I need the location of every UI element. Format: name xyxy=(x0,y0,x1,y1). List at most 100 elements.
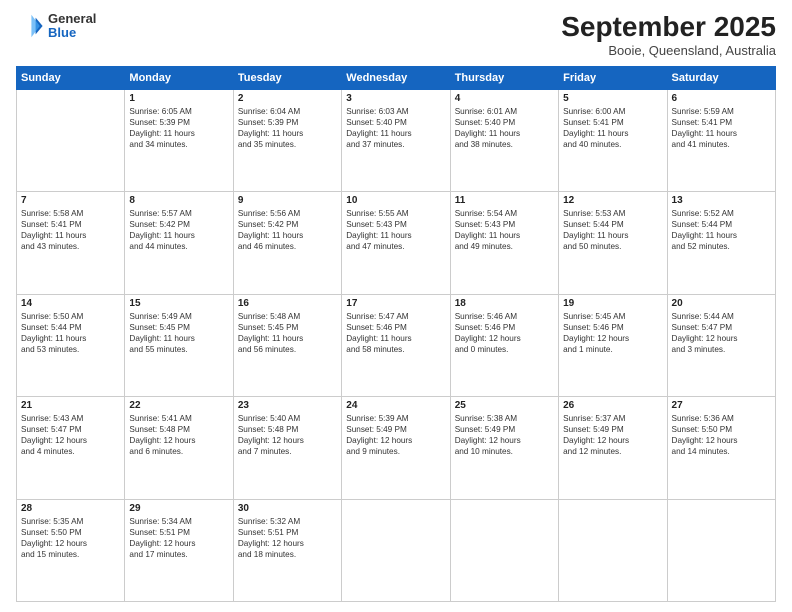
location: Booie, Queensland, Australia xyxy=(561,43,776,58)
week-row-5: 28 Sunrise: 5:35 AM Sunset: 5:50 PM Dayli… xyxy=(17,499,776,601)
logo-general: General xyxy=(48,12,96,26)
cell-info: Sunrise: 5:59 AM Sunset: 5:41 PM Dayligh… xyxy=(672,106,771,150)
title-section: September 2025 Booie, Queensland, Austra… xyxy=(561,12,776,58)
cell-info: Sunrise: 5:54 AM Sunset: 5:43 PM Dayligh… xyxy=(455,208,554,252)
cell-info: Sunrise: 6:01 AM Sunset: 5:40 PM Dayligh… xyxy=(455,106,554,150)
logo-icon xyxy=(16,12,44,40)
calendar-cell: 30Sunrise: 5:32 AM Sunset: 5:51 PM Dayli… xyxy=(233,499,341,601)
cell-info: Sunrise: 5:50 AM Sunset: 5:44 PM Dayligh… xyxy=(21,311,120,355)
day-number: 30 xyxy=(238,503,337,514)
cell-info: Sunrise: 5:56 AM Sunset: 5:42 PM Dayligh… xyxy=(238,208,337,252)
day-number: 15 xyxy=(129,298,228,309)
day-number: 23 xyxy=(238,400,337,411)
cell-info: Sunrise: 5:45 AM Sunset: 5:46 PM Dayligh… xyxy=(563,311,662,355)
calendar-cell: 17Sunrise: 5:47 AM Sunset: 5:46 PM Dayli… xyxy=(342,294,450,396)
cell-info: Sunrise: 5:58 AM Sunset: 5:41 PM Dayligh… xyxy=(21,208,120,252)
cell-info: Sunrise: 5:36 AM Sunset: 5:50 PM Dayligh… xyxy=(672,413,771,457)
calendar-cell: 6 Sunrise: 5:59 AM Sunset: 5:41 PM Daylig… xyxy=(667,89,775,191)
cell-info: Sunrise: 6:00 AM Sunset: 5:41 PM Dayligh… xyxy=(563,106,662,150)
logo-blue: Blue xyxy=(48,26,96,40)
calendar-cell: 27 Sunrise: 5:36 AM Sunset: 5:50 PM Dayli… xyxy=(667,397,775,499)
weekday-header-monday: Monday xyxy=(125,66,233,89)
header: General Blue September 2025 Booie, Queen… xyxy=(16,12,776,58)
day-number: 20 xyxy=(672,298,771,309)
calendar-cell: 29 Sunrise: 5:34 AM Sunset: 5:51 PM Dayli… xyxy=(125,499,233,601)
day-number: 9 xyxy=(238,195,337,206)
week-row-2: 7 Sunrise: 5:58 AM Sunset: 5:41 PM Daylig… xyxy=(17,192,776,294)
calendar-cell: 22 Sunrise: 5:41 AM Sunset: 5:48 PM Dayli… xyxy=(125,397,233,499)
day-number: 28 xyxy=(21,503,120,514)
cell-info: Sunrise: 6:04 AM Sunset: 5:39 PM Dayligh… xyxy=(238,106,337,150)
day-number: 14 xyxy=(21,298,120,309)
day-number: 26 xyxy=(563,400,662,411)
calendar-cell: 14 Sunrise: 5:50 AM Sunset: 5:44 PM Dayli… xyxy=(17,294,125,396)
cell-info: Sunrise: 5:49 AM Sunset: 5:45 PM Dayligh… xyxy=(129,311,228,355)
calendar-cell: 2 Sunrise: 6:04 AM Sunset: 5:39 PM Daylig… xyxy=(233,89,341,191)
page: General Blue September 2025 Booie, Queen… xyxy=(0,0,792,612)
calendar-cell xyxy=(667,499,775,601)
calendar-cell: 12 Sunrise: 5:53 AM Sunset: 5:44 PM Dayli… xyxy=(559,192,667,294)
month-title: September 2025 xyxy=(561,12,776,43)
day-number: 8 xyxy=(129,195,228,206)
day-number: 21 xyxy=(21,400,120,411)
cell-info: Sunrise: 5:38 AM Sunset: 5:49 PM Dayligh… xyxy=(455,413,554,457)
day-number: 6 xyxy=(672,93,771,104)
day-number: 10 xyxy=(346,195,445,206)
logo-text: General Blue xyxy=(48,12,96,41)
day-number: 12 xyxy=(563,195,662,206)
calendar-cell: 28 Sunrise: 5:35 AM Sunset: 5:50 PM Dayli… xyxy=(17,499,125,601)
day-number: 7 xyxy=(21,195,120,206)
day-number: 19 xyxy=(563,298,662,309)
day-number: 27 xyxy=(672,400,771,411)
logo: General Blue xyxy=(16,12,96,41)
calendar-cell: 26 Sunrise: 5:37 AM Sunset: 5:49 PM Dayli… xyxy=(559,397,667,499)
day-number: 13 xyxy=(672,195,771,206)
week-row-1: 1 Sunrise: 6:05 AM Sunset: 5:39 PM Daylig… xyxy=(17,89,776,191)
cell-info: Sunrise: 5:48 AM Sunset: 5:45 PM Dayligh… xyxy=(238,311,337,355)
cell-info: Sunrise: 5:44 AM Sunset: 5:47 PM Dayligh… xyxy=(672,311,771,355)
calendar-cell: 18Sunrise: 5:46 AM Sunset: 5:46 PM Dayli… xyxy=(450,294,558,396)
week-row-3: 14 Sunrise: 5:50 AM Sunset: 5:44 PM Dayli… xyxy=(17,294,776,396)
weekday-header-sunday: Sunday xyxy=(17,66,125,89)
calendar-cell: 21 Sunrise: 5:43 AM Sunset: 5:47 PM Dayli… xyxy=(17,397,125,499)
calendar-table: SundayMondayTuesdayWednesdayThursdayFrid… xyxy=(16,66,776,602)
cell-info: Sunrise: 6:03 AM Sunset: 5:40 PM Dayligh… xyxy=(346,106,445,150)
day-number: 22 xyxy=(129,400,228,411)
calendar-cell: 3Sunrise: 6:03 AM Sunset: 5:40 PM Daylig… xyxy=(342,89,450,191)
day-number: 25 xyxy=(455,400,554,411)
cell-info: Sunrise: 5:43 AM Sunset: 5:47 PM Dayligh… xyxy=(21,413,120,457)
day-number: 11 xyxy=(455,195,554,206)
day-number: 29 xyxy=(129,503,228,514)
weekday-header-saturday: Saturday xyxy=(667,66,775,89)
day-number: 16 xyxy=(238,298,337,309)
weekday-header-tuesday: Tuesday xyxy=(233,66,341,89)
weekday-header-thursday: Thursday xyxy=(450,66,558,89)
cell-info: Sunrise: 5:41 AM Sunset: 5:48 PM Dayligh… xyxy=(129,413,228,457)
calendar-cell: 20 Sunrise: 5:44 AM Sunset: 5:47 PM Dayli… xyxy=(667,294,775,396)
cell-info: Sunrise: 6:05 AM Sunset: 5:39 PM Dayligh… xyxy=(129,106,228,150)
cell-info: Sunrise: 5:39 AM Sunset: 5:49 PM Dayligh… xyxy=(346,413,445,457)
weekday-header-wednesday: Wednesday xyxy=(342,66,450,89)
calendar-cell xyxy=(559,499,667,601)
calendar-cell: 7 Sunrise: 5:58 AM Sunset: 5:41 PM Daylig… xyxy=(17,192,125,294)
calendar-cell: 16 Sunrise: 5:48 AM Sunset: 5:45 PM Dayli… xyxy=(233,294,341,396)
week-row-4: 21 Sunrise: 5:43 AM Sunset: 5:47 PM Dayli… xyxy=(17,397,776,499)
day-number: 2 xyxy=(238,93,337,104)
calendar-cell xyxy=(17,89,125,191)
cell-info: Sunrise: 5:34 AM Sunset: 5:51 PM Dayligh… xyxy=(129,516,228,560)
calendar-cell: 9 Sunrise: 5:56 AM Sunset: 5:42 PM Daylig… xyxy=(233,192,341,294)
calendar-cell xyxy=(450,499,558,601)
calendar-cell: 8 Sunrise: 5:57 AM Sunset: 5:42 PM Daylig… xyxy=(125,192,233,294)
day-number: 17 xyxy=(346,298,445,309)
cell-info: Sunrise: 5:35 AM Sunset: 5:50 PM Dayligh… xyxy=(21,516,120,560)
cell-info: Sunrise: 5:37 AM Sunset: 5:49 PM Dayligh… xyxy=(563,413,662,457)
calendar-cell: 1 Sunrise: 6:05 AM Sunset: 5:39 PM Daylig… xyxy=(125,89,233,191)
calendar-cell: 24Sunrise: 5:39 AM Sunset: 5:49 PM Dayli… xyxy=(342,397,450,499)
calendar-cell: 10Sunrise: 5:55 AM Sunset: 5:43 PM Dayli… xyxy=(342,192,450,294)
day-number: 1 xyxy=(129,93,228,104)
calendar-cell: 11 Sunrise: 5:54 AM Sunset: 5:43 PM Dayli… xyxy=(450,192,558,294)
cell-info: Sunrise: 5:46 AM Sunset: 5:46 PM Dayligh… xyxy=(455,311,554,355)
calendar-cell xyxy=(342,499,450,601)
cell-info: Sunrise: 5:57 AM Sunset: 5:42 PM Dayligh… xyxy=(129,208,228,252)
cell-info: Sunrise: 5:53 AM Sunset: 5:44 PM Dayligh… xyxy=(563,208,662,252)
